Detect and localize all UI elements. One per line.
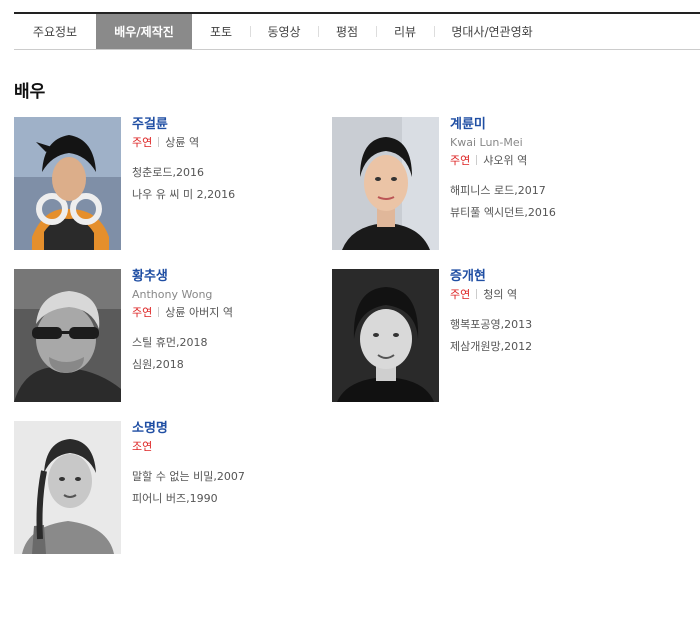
actor-english-name: Kwai Lun-Mei: [450, 136, 523, 149]
role-type: 주연: [450, 288, 471, 301]
film-link[interactable]: 청춘로드,2016: [132, 162, 332, 184]
tab-video[interactable]: 동영상: [250, 14, 318, 49]
filmography-list: 청춘로드,2016 나우 유 씨 미 2,2016: [132, 162, 332, 206]
role-divider: [476, 289, 478, 299]
tab-quotes-related[interactable]: 명대사/연관영화: [434, 14, 550, 49]
filmography-list: 스틸 휴먼,2018 심원,2018: [132, 332, 332, 376]
role-name: 청의 역: [483, 288, 518, 301]
role-name: 상륜 역: [165, 136, 200, 149]
actor-name[interactable]: 주걸륜: [132, 117, 332, 133]
tab-cast-crew[interactable]: 배우/제작진: [96, 14, 192, 49]
film-link[interactable]: 스틸 휴먼,2018: [132, 332, 332, 354]
role-divider: [158, 137, 160, 147]
role-type: 주연: [450, 154, 471, 167]
actor-card: 소명명 조연 말할 수 없는 비밀,2007 피어니 버즈,1990: [14, 421, 334, 556]
filmography-list: 행복포공영,2013 제삼개원망,2012: [450, 314, 650, 358]
actor-card: 증개현 주연 청의 역 행복포공영,2013 제삼개원망,2012: [332, 269, 652, 404]
actor-name[interactable]: 소명명: [132, 421, 332, 437]
actor-card: 주걸륜 주연 상륜 역 청춘로드,2016 나우 유 씨 미 2,2016: [14, 117, 334, 252]
tab-review[interactable]: 리뷰: [376, 14, 434, 49]
tab-rating[interactable]: 평점: [318, 14, 376, 49]
filmography-list: 말할 수 없는 비밀,2007 피어니 버즈,1990: [132, 466, 332, 510]
role-divider: [476, 155, 478, 165]
actor-photo[interactable]: [332, 269, 439, 402]
actor-name[interactable]: 계륜미: [450, 117, 650, 133]
role-type: 주연: [132, 306, 153, 319]
actor-card: 계륜미 Kwai Lun-Mei 주연 샤오위 역 해피니스 로드,2017 뷰티…: [332, 117, 652, 252]
actor-card: 황추생 Anthony Wong 주연 상륜 아버지 역 스틸 휴먼,2018 심…: [14, 269, 334, 404]
film-link[interactable]: 말할 수 없는 비밀,2007: [132, 466, 332, 488]
actor-role: 조연: [132, 439, 332, 455]
film-link[interactable]: 심원,2018: [132, 354, 332, 376]
actor-photo[interactable]: [14, 421, 121, 554]
role-name: 상륜 아버지 역: [165, 306, 233, 319]
film-link[interactable]: 행복포공영,2013: [450, 314, 650, 336]
actor-name[interactable]: 증개현: [450, 269, 650, 285]
actor-english-name: Anthony Wong: [132, 288, 213, 301]
actor-role: 주연 청의 역: [450, 287, 650, 303]
role-divider: [158, 307, 160, 317]
tab-photo[interactable]: 포토: [192, 14, 250, 49]
film-link[interactable]: 해피니스 로드,2017: [450, 180, 650, 202]
tab-bar: 주요정보 배우/제작진 포토 동영상 평점 리뷰 명대사/연관영화: [14, 14, 700, 50]
film-link[interactable]: 뷰티풀 엑시던트,2016: [450, 202, 650, 224]
film-link[interactable]: 피어니 버즈,1990: [132, 488, 332, 510]
actor-role: 주연 상륜 아버지 역: [132, 305, 332, 321]
film-link[interactable]: 나우 유 씨 미 2,2016: [132, 184, 332, 206]
role-type: 주연: [132, 136, 153, 149]
film-link[interactable]: 제삼개원망,2012: [450, 336, 650, 358]
role-name: 샤오위 역: [483, 154, 528, 167]
actor-role: 주연 샤오위 역: [450, 153, 650, 169]
actor-role: 주연 상륜 역: [132, 135, 332, 151]
actor-photo[interactable]: [14, 117, 121, 250]
tab-main-info[interactable]: 주요정보: [14, 14, 96, 49]
section-title: 배우: [14, 82, 46, 102]
actor-photo[interactable]: [14, 269, 121, 402]
role-type: 조연: [132, 440, 153, 453]
actor-name[interactable]: 황추생: [132, 269, 332, 285]
filmography-list: 해피니스 로드,2017 뷰티풀 엑시던트,2016: [450, 180, 650, 224]
actor-photo[interactable]: [332, 117, 439, 250]
